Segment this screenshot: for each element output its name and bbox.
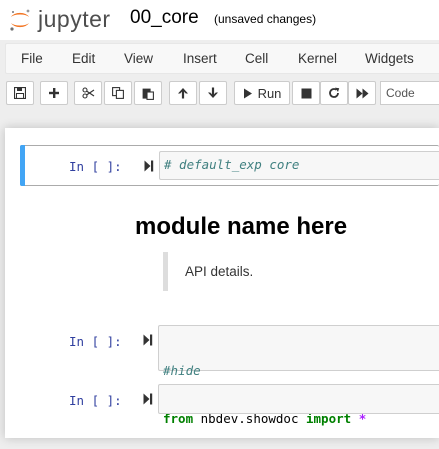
code-editor[interactable]: #hide from nbdev.showdoc import * bbox=[158, 325, 439, 426]
interrupt-kernel-button[interactable] bbox=[292, 81, 320, 105]
selected-cell-indicator bbox=[20, 145, 25, 186]
input-prompt: In [ ]: bbox=[69, 393, 122, 408]
step-forward-icon bbox=[243, 88, 252, 98]
notebook-container: In [ ]: # default_exp core module name h… bbox=[5, 128, 439, 438]
paste-icon bbox=[142, 88, 154, 100]
move-down-button[interactable] bbox=[199, 81, 227, 105]
menu-view[interactable]: View bbox=[124, 51, 153, 66]
paste-button[interactable] bbox=[134, 81, 162, 105]
run-cell-icon[interactable] bbox=[143, 393, 153, 405]
stop-icon bbox=[301, 88, 311, 98]
save-button[interactable] bbox=[6, 81, 34, 105]
markdown-heading: module name here bbox=[135, 213, 348, 240]
menu-edit[interactable]: Edit bbox=[72, 51, 95, 66]
run-button-label: Run bbox=[257, 85, 282, 101]
move-up-button[interactable] bbox=[169, 81, 197, 105]
code-editor[interactable] bbox=[158, 384, 439, 414]
menu-file[interactable]: File bbox=[21, 51, 43, 66]
restart-run-all-button[interactable] bbox=[348, 81, 376, 105]
blockquote-bar bbox=[163, 252, 168, 291]
code-cell-2[interactable]: In [ ]: #hide from nbdev.showdoc import … bbox=[20, 320, 439, 426]
fast-forward-icon bbox=[356, 88, 368, 98]
notebook-name[interactable]: 00_core bbox=[130, 7, 199, 29]
menu-widgets[interactable]: Widgets bbox=[365, 51, 414, 66]
save-icon bbox=[14, 87, 26, 99]
jupyter-logo[interactable]: jupyter bbox=[8, 5, 111, 33]
copy-button[interactable] bbox=[104, 81, 132, 105]
code-cell-3[interactable]: In [ ]: bbox=[20, 379, 439, 419]
menubar: File Edit View Insert Cell Kernel Widget… bbox=[5, 43, 439, 74]
run-cell-icon[interactable] bbox=[144, 160, 154, 172]
menu-cell[interactable]: Cell bbox=[245, 51, 268, 66]
arrow-down-icon bbox=[208, 87, 218, 98]
run-button[interactable]: Run bbox=[234, 81, 290, 105]
code-line: #hide bbox=[163, 363, 201, 378]
cell-type-select[interactable]: Code bbox=[380, 81, 439, 105]
copy-icon bbox=[112, 87, 124, 99]
run-cell-icon[interactable] bbox=[143, 334, 153, 346]
input-prompt: In [ ]: bbox=[69, 334, 122, 349]
blockquote-text: API details. bbox=[185, 264, 254, 279]
menu-insert[interactable]: Insert bbox=[183, 51, 217, 66]
cut-icon bbox=[81, 87, 94, 99]
code-cell-1[interactable]: In [ ]: # default_exp core bbox=[20, 145, 439, 186]
arrow-up-icon bbox=[178, 88, 188, 99]
save-status: (unsaved changes) bbox=[214, 12, 317, 26]
cut-button[interactable] bbox=[74, 81, 102, 105]
restart-kernel-button[interactable] bbox=[320, 81, 348, 105]
code-editor[interactable]: # default_exp core bbox=[159, 151, 439, 180]
toolbar: Run Code bbox=[0, 78, 439, 108]
code-line: # default_exp core bbox=[164, 157, 300, 172]
insert-cell-button[interactable] bbox=[40, 81, 68, 105]
restart-icon bbox=[329, 87, 340, 98]
plus-icon bbox=[49, 88, 59, 98]
jupyter-logo-text: jupyter bbox=[38, 6, 111, 32]
input-prompt: In [ ]: bbox=[69, 159, 122, 174]
notebook-header: jupyter 00_core (unsaved changes) bbox=[0, 0, 439, 40]
menu-kernel[interactable]: Kernel bbox=[298, 51, 337, 66]
jupyter-logo-icon bbox=[10, 9, 30, 31]
